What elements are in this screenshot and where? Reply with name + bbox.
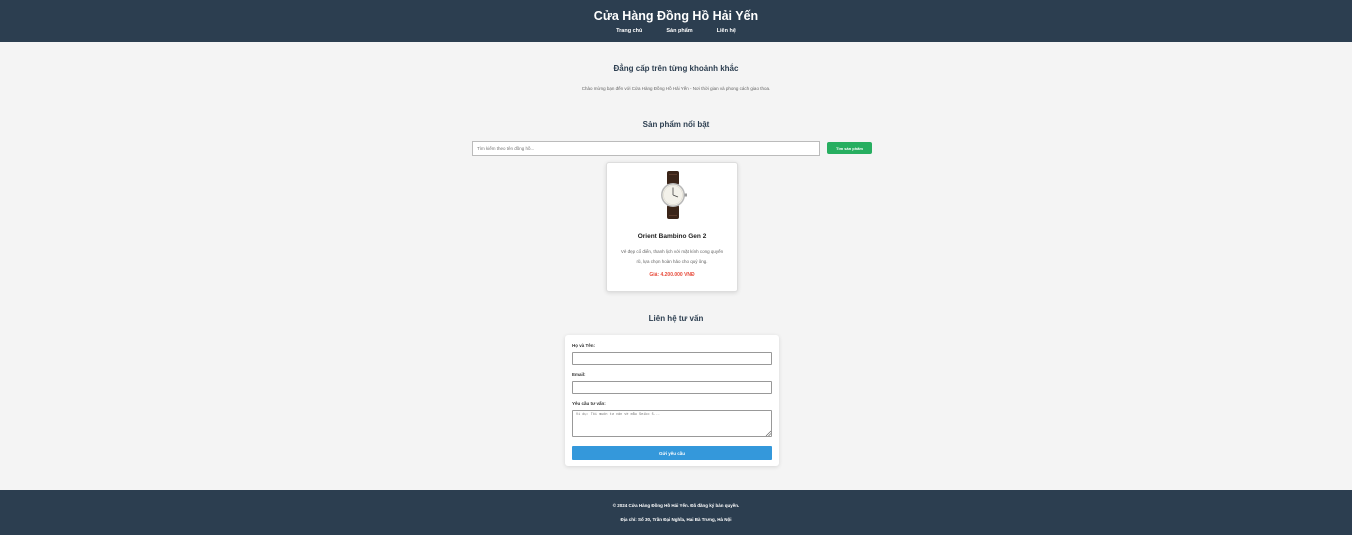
- email-field[interactable]: [572, 381, 772, 394]
- product-name: Orient Bambino Gen 2: [637, 233, 707, 240]
- footer-copyright: © 2024 Cửa Hàng Đồng Hồ Hải Yến. Đã đăng…: [612, 503, 740, 508]
- resize-grip-icon[interactable]: [765, 430, 771, 436]
- search-input[interactable]: [472, 141, 820, 156]
- product-card: Orient Bambino Gen 2 Vẻ đẹp cổ điển, tha…: [606, 162, 738, 292]
- name-label: Họ và Tên:: [572, 343, 596, 348]
- request-textarea[interactable]: [572, 410, 772, 437]
- nav-home-link[interactable]: Trang chủ: [616, 28, 642, 34]
- footer-address: Địa chỉ: Số 30, Trần Đại Nghĩa, Hai Bà T…: [620, 517, 732, 522]
- nav-contact-link[interactable]: Liên hệ: [717, 28, 736, 34]
- name-field[interactable]: [572, 352, 772, 365]
- contact-heading: Liên hệ tư vấn: [648, 314, 704, 323]
- contact-form: Họ và Tên: Email: Yêu cầu tư vấn: Gửi yê…: [565, 335, 779, 466]
- email-label: Email:: [572, 372, 586, 377]
- nav-products-link[interactable]: Sản phẩm: [666, 28, 692, 34]
- product-price: Giá: 4.200.000 VNĐ: [649, 272, 695, 278]
- hero-subtitle: Chào mừng bạn đến với Cửa Hàng Đồng Hồ H…: [581, 86, 771, 91]
- site-header: Cửa Hàng Đồng Hồ Hải Yến Trang chủ Sản p…: [0, 0, 1352, 42]
- site-footer: © 2024 Cửa Hàng Đồng Hồ Hải Yến. Đã đăng…: [0, 490, 1352, 535]
- search-button[interactable]: Tìm sản phẩm: [827, 142, 872, 154]
- products-heading: Sản phẩm nổi bật: [642, 120, 710, 129]
- hero-title: Đẳng cấp trên từng khoảnh khắc: [613, 64, 739, 73]
- watch-image: [661, 171, 687, 219]
- site-title: Cửa Hàng Đồng Hồ Hải Yến: [593, 9, 759, 23]
- submit-request-button[interactable]: Gửi yêu cầu: [572, 446, 772, 460]
- request-label: Yêu cầu tư vấn:: [572, 401, 606, 406]
- main-nav: Trang chủ Sản phẩm Liên hệ: [0, 28, 1352, 34]
- product-description: Vẻ đẹp cổ điển, thanh lịch với mặt kính …: [620, 249, 724, 264]
